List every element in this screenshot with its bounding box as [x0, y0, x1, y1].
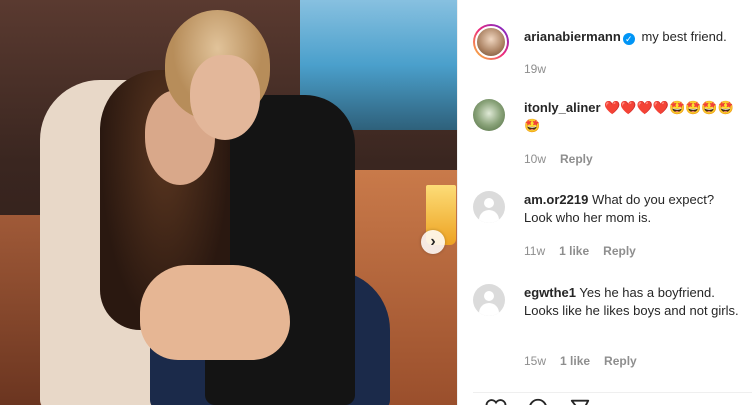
action-bar	[473, 392, 752, 405]
man-face	[190, 55, 260, 140]
comment-3-meta: 15w 1 like Reply	[524, 354, 651, 368]
comment-username[interactable]: egwthe1	[524, 285, 576, 300]
comment-1-meta: 10w Reply	[524, 152, 607, 166]
comment-2: am.or2219 What do you expect? Look who h…	[524, 191, 739, 227]
comment-username[interactable]: am.or2219	[524, 192, 588, 207]
commenter-avatar[interactable]	[473, 99, 505, 131]
likes-count[interactable]: 1 like	[560, 354, 590, 368]
reply-button[interactable]: Reply	[604, 354, 637, 368]
likes-count[interactable]: 1 like	[559, 244, 589, 258]
post-photo[interactable]: ›	[0, 0, 457, 405]
leg	[140, 265, 290, 360]
reply-button[interactable]: Reply	[560, 152, 593, 166]
caption-meta: 19w	[524, 62, 560, 76]
comment-1: itonly_aliner ❤️❤️❤️❤️🤩🤩🤩🤩🤩	[524, 99, 744, 135]
paper-plane-icon[interactable]	[569, 397, 591, 405]
verified-badge-icon: ✓	[622, 33, 635, 45]
comment-icon[interactable]	[527, 397, 549, 405]
caption: arianabiermann ✓ my best friend.	[524, 28, 727, 46]
heart-icon[interactable]	[485, 397, 507, 405]
comment-username[interactable]: itonly_aliner	[524, 100, 601, 115]
caption-text: my best friend.	[641, 29, 727, 44]
chevron-right-icon[interactable]: ›	[421, 230, 445, 254]
reply-button[interactable]: Reply	[603, 244, 636, 258]
comment-time[interactable]: 15w	[524, 354, 546, 368]
commenter-avatar[interactable]	[473, 191, 505, 223]
comment-3: egwthe1 Yes he has a boyfriend. Looks li…	[524, 284, 739, 320]
comments-panel: arianabiermann ✓ my best friend. 19w iton…	[457, 0, 752, 405]
commenter-avatar[interactable]	[473, 284, 505, 316]
author-username[interactable]: arianabiermann	[524, 29, 621, 44]
comment-2-meta: 11w 1 like Reply	[524, 244, 650, 258]
author-avatar[interactable]	[473, 24, 509, 60]
caption-time[interactable]: 19w	[524, 62, 546, 76]
comment-time[interactable]: 10w	[524, 152, 546, 166]
comment-time[interactable]: 11w	[524, 244, 545, 258]
